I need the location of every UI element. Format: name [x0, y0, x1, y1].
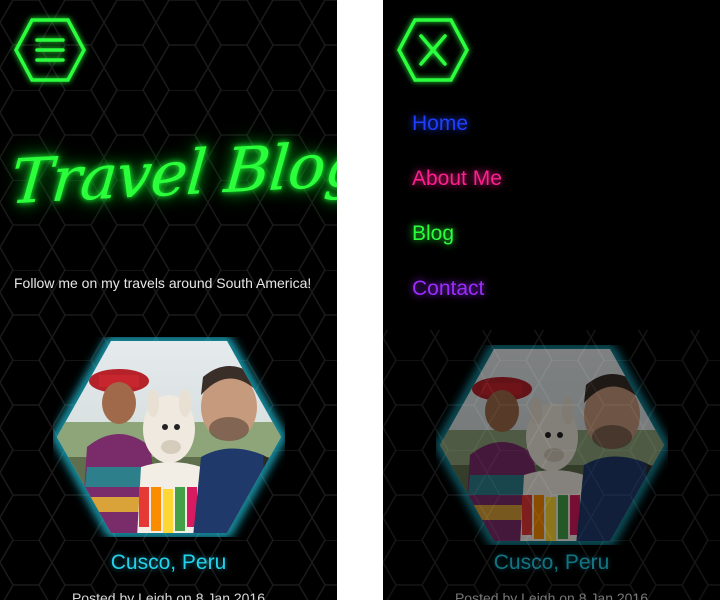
llama-selfie-photo: [435, 345, 669, 545]
blog-title: Travel Blog: [7, 127, 337, 219]
post-meta-dimmed: Posted by Leigh on 8 Jan 2016: [454, 590, 649, 600]
llama-selfie-photo: [52, 337, 286, 537]
close-menu-button[interactable]: [397, 18, 469, 82]
post-title[interactable]: Cusco, Peru: [0, 551, 337, 575]
nav-item-about: About Me: [412, 167, 502, 222]
nav-item-blog: Blog: [412, 222, 502, 277]
blog-home-screen: Travel Blog Follow me on my travels arou…: [0, 0, 337, 600]
blog-subtitle: Follow me on my travels around South Ame…: [14, 275, 312, 291]
nav-link-about[interactable]: About Me: [412, 167, 502, 191]
nav-link-home[interactable]: Home: [412, 112, 468, 136]
post-title-dimmed: Cusco, Peru: [493, 551, 610, 574]
nav-item-home: Home: [412, 112, 502, 167]
nav-link-contact[interactable]: Contact: [412, 277, 484, 301]
post-photo-dimmed: [435, 345, 669, 545]
close-icon: [397, 18, 469, 82]
hamburger-menu-icon: [14, 18, 86, 82]
nav-link-blog[interactable]: Blog: [412, 222, 454, 246]
nav-menu: Home About Me Blog Contact: [412, 112, 502, 332]
post-photo[interactable]: [52, 337, 286, 537]
menu-button[interactable]: [14, 18, 86, 82]
menu-open-screen: Home About Me Blog Contact Cusco, Peru P…: [383, 0, 720, 600]
nav-item-contact: Contact: [412, 277, 502, 332]
post-meta: Posted by Leigh on 8 Jan 2016: [71, 590, 266, 600]
